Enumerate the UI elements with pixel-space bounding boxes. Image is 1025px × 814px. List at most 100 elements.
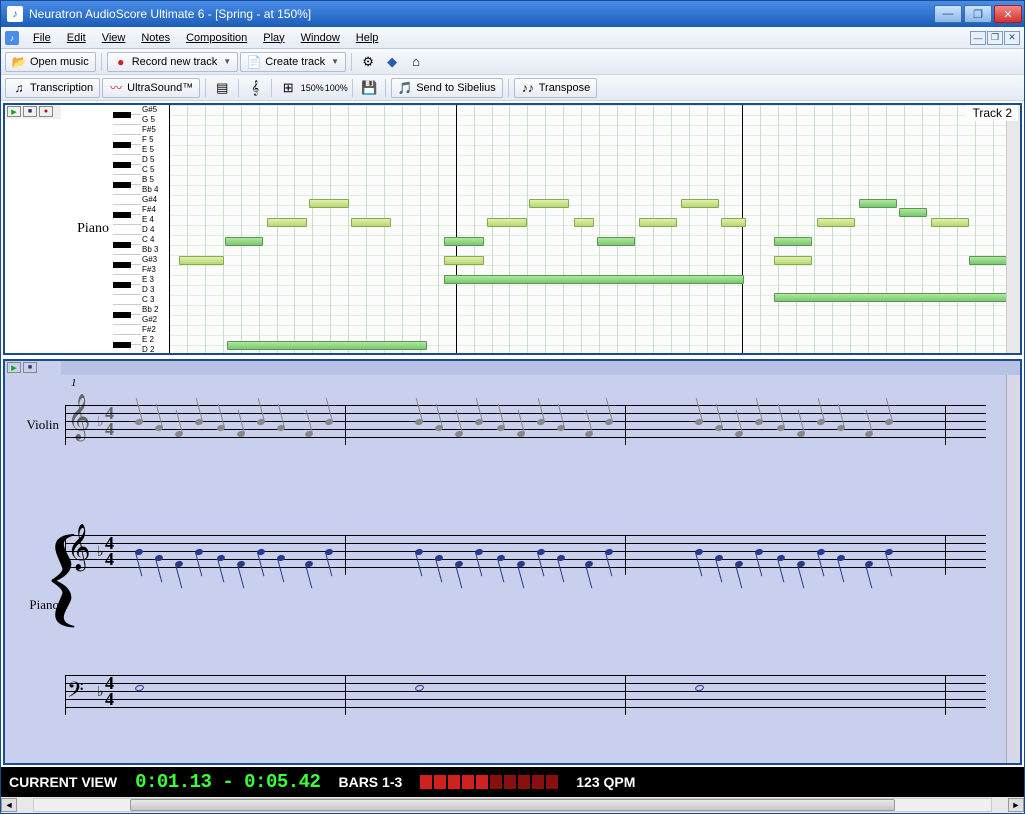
staff-note[interactable] [754, 418, 763, 426]
scroll-thumb[interactable] [130, 799, 896, 811]
panel-stop-button[interactable]: ■ [23, 106, 37, 117]
midi-note[interactable] [227, 341, 427, 350]
open-music-button[interactable]: 📂 Open music [5, 52, 96, 72]
staff-note[interactable] [496, 554, 505, 562]
midi-note[interactable] [774, 237, 812, 246]
menu-play[interactable]: Play [255, 30, 292, 46]
zoom-100-button[interactable]: 100% [325, 78, 347, 98]
staff-note[interactable] [414, 548, 423, 556]
midi-note[interactable] [774, 256, 812, 265]
settings-button[interactable]: ⚙ [357, 52, 379, 72]
staff-note[interactable] [556, 424, 565, 432]
staff-note[interactable] [324, 418, 333, 426]
staff-note[interactable] [754, 548, 763, 556]
midi-note[interactable] [817, 218, 855, 227]
zoom-150-button[interactable]: 150% [301, 78, 323, 98]
midi-note[interactable] [529, 199, 569, 208]
staff-note[interactable] [496, 424, 505, 432]
staff-note[interactable] [276, 424, 285, 432]
midi-note[interactable] [444, 237, 484, 246]
staff-note[interactable] [776, 554, 785, 562]
record-new-track-button[interactable]: ● Record new track ▼ [107, 52, 239, 72]
menu-composition[interactable]: Composition [178, 30, 255, 46]
panel-record-button[interactable]: ● [39, 106, 53, 117]
midi-note[interactable] [721, 218, 746, 227]
save-button[interactable]: 💾 [358, 78, 380, 98]
menu-edit[interactable]: Edit [59, 30, 94, 46]
staff-note[interactable] [216, 554, 225, 562]
midi-note[interactable] [681, 199, 719, 208]
staff-note[interactable] [324, 548, 333, 556]
staff-note[interactable] [536, 548, 545, 556]
menu-help[interactable]: Help [348, 30, 387, 46]
midi-note[interactable] [931, 218, 969, 227]
menu-file[interactable]: File [25, 30, 59, 46]
quantize-button[interactable]: ⊞ [277, 78, 299, 98]
staff-note[interactable] [194, 548, 203, 556]
staff-note[interactable] [884, 548, 893, 556]
staff-note[interactable] [776, 424, 785, 432]
staff-note[interactable] [714, 554, 723, 562]
score-body[interactable]: 1 Violin 𝄞 ♭ 44 Piano 𝄔 [5, 375, 1006, 763]
home-button[interactable]: ⌂ [405, 52, 427, 72]
horal-scrollbar[interactable]: ◄ ► [1, 797, 1024, 813]
staff-note[interactable] [816, 418, 825, 426]
midi-note[interactable] [267, 218, 307, 227]
midi-note[interactable] [225, 237, 263, 246]
minimize-button[interactable]: — [934, 5, 962, 23]
help-book-button[interactable]: ◆ [381, 52, 403, 72]
close-button[interactable]: ✕ [994, 5, 1022, 23]
staff-note[interactable] [154, 424, 163, 432]
staff-note[interactable] [884, 418, 893, 426]
scroll-right-button[interactable]: ► [1008, 798, 1024, 812]
staff-note[interactable] [194, 418, 203, 426]
staff-note[interactable] [604, 548, 613, 556]
midi-note[interactable] [179, 256, 224, 265]
scroll-track[interactable] [33, 798, 992, 812]
staff-note[interactable] [414, 418, 423, 426]
clef-button[interactable]: 𝄞 [244, 78, 266, 98]
staff-note[interactable] [694, 548, 703, 556]
staff-note[interactable] [434, 554, 443, 562]
score-stop-button[interactable]: ■ [23, 362, 37, 373]
staff-note[interactable] [556, 554, 565, 562]
staff-note[interactable] [276, 554, 285, 562]
midi-note[interactable] [859, 199, 897, 208]
transcription-button[interactable]: ♫ Transcription [5, 78, 100, 98]
staff-note[interactable] [836, 554, 845, 562]
staff-note[interactable] [434, 424, 443, 432]
mdi-minimize-button[interactable]: — [970, 31, 986, 45]
midi-note[interactable] [351, 218, 391, 227]
midi-note[interactable] [574, 218, 594, 227]
scroll-left-button[interactable]: ◄ [1, 798, 17, 812]
midi-note[interactable] [597, 237, 635, 246]
midi-note[interactable] [899, 208, 927, 217]
midi-note[interactable] [444, 275, 744, 284]
staff-note[interactable] [154, 554, 163, 562]
maximize-button[interactable]: ❐ [964, 5, 992, 23]
mdi-restore-button[interactable]: ❐ [987, 31, 1003, 45]
midi-note[interactable] [774, 293, 1006, 302]
staff-note[interactable] [134, 548, 143, 556]
staff-note[interactable] [134, 418, 143, 426]
menu-window[interactable]: Window [293, 30, 348, 46]
transpose-button[interactable]: ♪♪ Transpose [514, 78, 598, 98]
menu-view[interactable]: View [94, 30, 134, 46]
mdi-close-button[interactable]: ✕ [1004, 31, 1020, 45]
staff-note[interactable] [536, 418, 545, 426]
staff-note[interactable] [256, 548, 265, 556]
staff-note[interactable] [474, 548, 483, 556]
staff-note[interactable] [256, 418, 265, 426]
score-play-button[interactable]: ▶ [7, 362, 21, 373]
staff-note[interactable] [714, 424, 723, 432]
staff-note[interactable] [604, 418, 613, 426]
staff-note[interactable] [816, 548, 825, 556]
create-track-button[interactable]: 📄 Create track ▼ [240, 52, 346, 72]
midi-note[interactable] [444, 256, 484, 265]
piano-roll-grid[interactable] [169, 105, 1006, 353]
midi-note[interactable] [309, 199, 349, 208]
midi-note[interactable] [969, 256, 1006, 265]
staff-note[interactable] [474, 418, 483, 426]
piano-keyboard[interactable] [113, 105, 141, 353]
ultrasound-button[interactable]: 〰 UltraSound™ [102, 78, 200, 98]
